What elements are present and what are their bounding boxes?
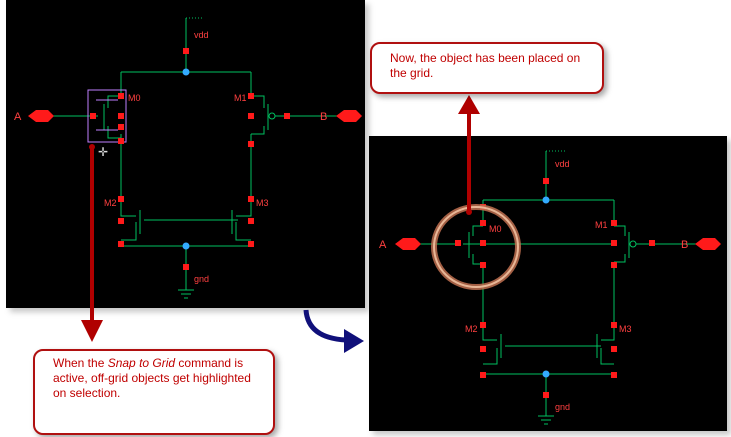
callout-snap-to-grid: When the Snap to Grid command is active,… (33, 349, 275, 435)
snap-to-grid-term: Snap to Grid (107, 356, 176, 370)
curved-arrow-icon (303, 309, 364, 353)
arrow-up-icon (458, 95, 480, 215)
callout-bottom-text: When the Snap to Grid command is active,… (35, 351, 273, 401)
callout-bottom-prefix: When the (53, 356, 108, 370)
callout-placed-on-grid: Now, the object has been placed on the g… (370, 42, 604, 94)
callout-top-text: Now, the object has been placed on the g… (390, 51, 581, 80)
arrow-down-icon (81, 144, 103, 342)
